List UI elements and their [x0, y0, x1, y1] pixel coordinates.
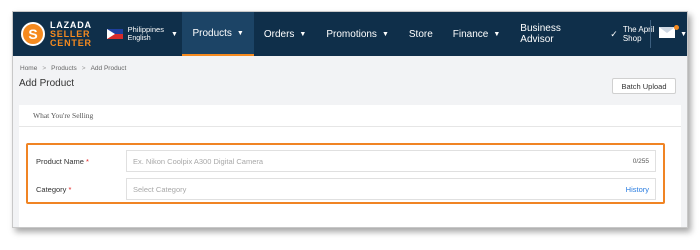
nav-business-advisor-label: Business Advisor — [520, 23, 561, 45]
chevron-down-icon: ▼ — [299, 30, 307, 38]
category-row: Category * Select Category History — [36, 178, 656, 200]
nav-store-label: Store — [408, 28, 433, 40]
nav-products[interactable]: Products ▼ — [182, 12, 254, 56]
category-placeholder: Select Category — [133, 184, 187, 194]
breadcrumb: Home > Products > Add Product — [20, 65, 126, 72]
nav-finance-label: Finance — [452, 28, 489, 40]
batch-upload-button[interactable]: Batch Upload — [612, 78, 676, 94]
category-label-text: Category — [36, 184, 67, 194]
category-label: Category * — [36, 185, 126, 194]
history-link[interactable]: History — [626, 185, 649, 194]
app-window: S LAZADA SELLER CENTER Philippines Engli… — [12, 11, 688, 228]
lazada-logo-icon: S — [21, 22, 45, 46]
breadcrumb-home[interactable]: Home — [20, 65, 37, 72]
nav-store[interactable]: Store — [399, 12, 443, 56]
character-counter: 0/255 — [632, 157, 649, 165]
top-navigation: S LAZADA SELLER CENTER Philippines Engli… — [13, 12, 687, 56]
chevron-right-icon: > — [42, 65, 47, 72]
chevron-down-icon: ▼ — [170, 30, 178, 38]
chevron-down-icon: ▼ — [493, 30, 501, 38]
country-name: Philippines — [127, 25, 164, 34]
country-selector[interactable]: Philippines English ▼ — [106, 25, 183, 43]
product-name-placeholder: Ex. Nikon Coolpix A300 Digital Camera — [133, 156, 264, 166]
section-title: What You're Selling — [19, 105, 681, 127]
page-title: Add Product — [19, 78, 75, 89]
language-name: English — [127, 35, 151, 42]
check-icon: ✓ — [610, 28, 618, 39]
breadcrumb-add-product: Add Product — [90, 65, 127, 72]
category-select[interactable]: Select Category History — [126, 178, 656, 200]
philippines-flag-icon — [106, 29, 123, 39]
nav-divider — [650, 20, 651, 48]
nav-business-advisor[interactable]: Business Advisor — [510, 12, 604, 56]
chevron-down-icon: ▼ — [680, 30, 687, 38]
nav-promotions[interactable]: Promotions ▼ — [316, 12, 399, 56]
mail-icon[interactable] — [659, 25, 679, 40]
required-mark: * — [85, 156, 89, 166]
product-name-label: Product Name * — [36, 157, 126, 166]
notification-dot — [674, 25, 679, 30]
nav-orders[interactable]: Orders ▼ — [254, 12, 317, 56]
product-name-label-text: Product Name — [36, 156, 84, 166]
logo-text: LAZADA SELLER CENTER — [50, 20, 92, 48]
nav-finance[interactable]: Finance ▼ — [443, 12, 511, 56]
required-mark: * — [68, 184, 72, 194]
product-name-row: Product Name * Ex. Nikon Coolpix A300 Dig… — [36, 150, 656, 172]
nav-promotions-label: Promotions — [326, 28, 377, 40]
nav-products-label: Products — [192, 27, 232, 39]
logo-line-3: CENTER — [50, 37, 92, 48]
chevron-right-icon: > — [81, 65, 86, 72]
lazada-logo[interactable]: S LAZADA SELLER CENTER — [21, 20, 101, 48]
chevron-down-icon: ▼ — [236, 29, 244, 37]
product-name-input[interactable]: Ex. Nikon Coolpix A300 Digital Camera 0/… — [126, 150, 656, 172]
chevron-down-icon: ▼ — [381, 30, 389, 38]
highlight-box: Product Name * Ex. Nikon Coolpix A300 Dig… — [26, 143, 665, 204]
nav-orders-label: Orders — [263, 28, 295, 40]
product-form-card: What You're Selling Product Name * Ex. Ni… — [19, 105, 681, 227]
breadcrumb-products[interactable]: Products — [51, 65, 77, 72]
